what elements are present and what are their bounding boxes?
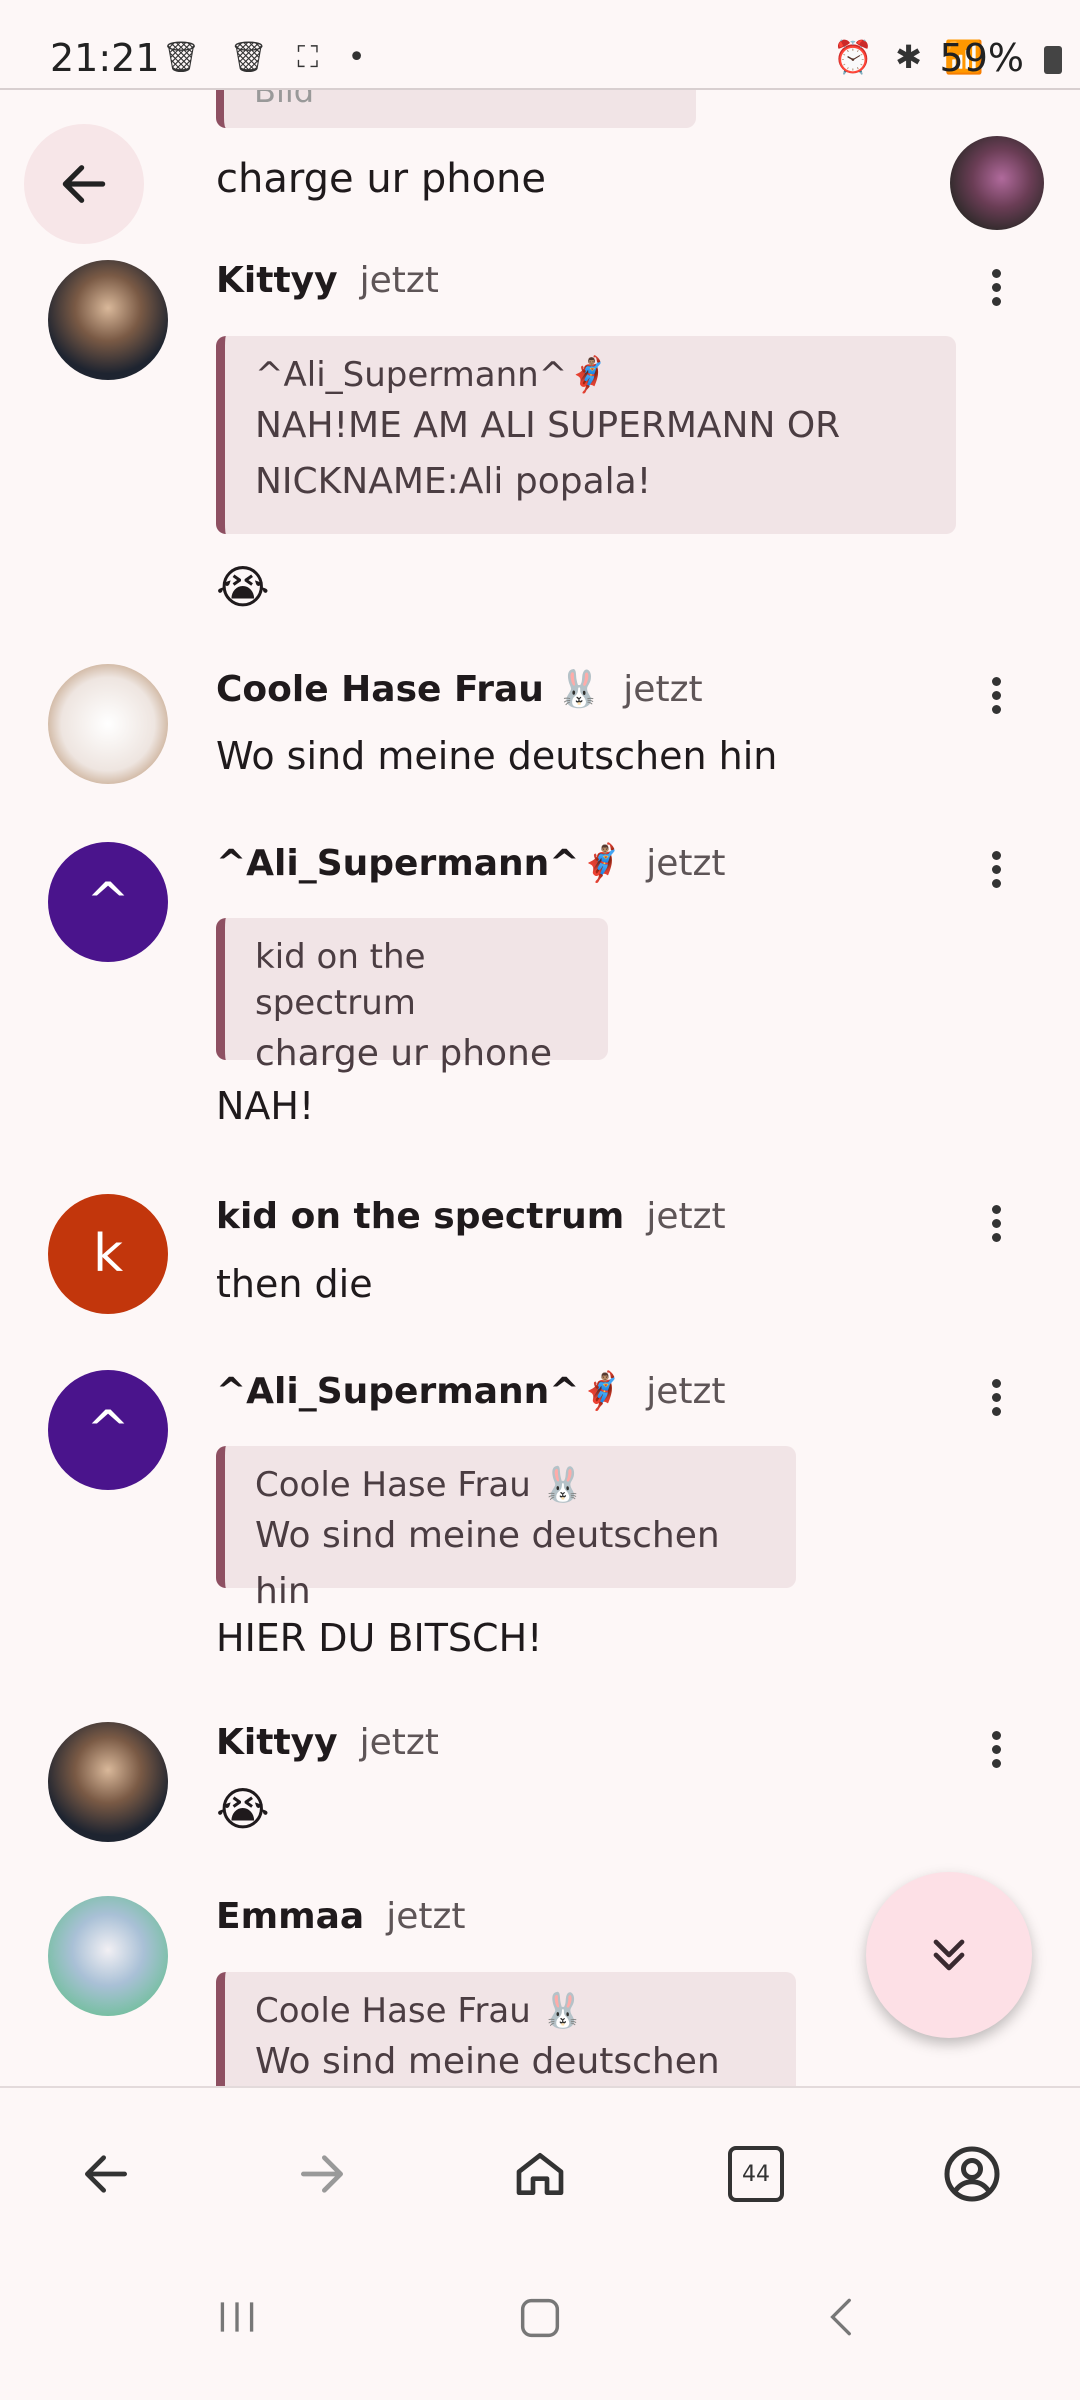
message-author: Emmaa jetzt (216, 1896, 465, 1937)
message-time: jetzt (359, 1722, 439, 1763)
tabs-icon: 44 (728, 2146, 784, 2202)
home-icon (516, 2153, 564, 2195)
message-time: jetzt (386, 1896, 466, 1937)
message-time: jetzt (646, 1371, 726, 1412)
avatar[interactable]: ^ (48, 1370, 168, 1490)
chevron-left-icon (830, 2298, 851, 2336)
home-button[interactable] (500, 2134, 580, 2214)
battery-level: 59% (939, 36, 1024, 80)
pinned-avatar[interactable] (950, 136, 1044, 230)
message-body: Wo sind meine deutschen hin (216, 734, 778, 778)
quoted-reply[interactable]: Coole Hase Frau 🐰 Wo sind meine deutsche… (216, 1446, 796, 1612)
message-time: jetzt (646, 843, 726, 884)
quote-author: kid on the spectrum (255, 937, 426, 1023)
quote-text: Wo sind meine deutschen hin (255, 1515, 720, 1612)
message-author: kid on the spectrum jetzt (216, 1196, 726, 1237)
message-author: ^Ali_Supermann^🦸🏽‍♂️ jetzt (216, 842, 726, 884)
quoted-reply[interactable]: ^Ali_Supermann^🦸🏽‍♂️ NAH!ME AM ALI SUPER… (216, 336, 956, 534)
avatar[interactable]: ^ (48, 842, 168, 962)
system-navigation-bar (0, 2256, 1080, 2400)
square-home-icon (520, 2298, 560, 2338)
avatar[interactable]: k (48, 1194, 168, 1314)
quote-text: charge ur phone (255, 1033, 552, 1074)
quote-text: Wo sind meine deutschen hin (255, 2041, 720, 2082)
tabs-button[interactable]: 44 (716, 2134, 796, 2214)
double-chevron-down-icon (933, 1939, 965, 1971)
message-body: HIER DU BITSCH! (216, 1616, 543, 1660)
recent-apps-icon (220, 2302, 254, 2332)
status-time: 21:21 (50, 36, 160, 80)
notification-icons: 🗑 🗑 ⛶ • (162, 40, 376, 75)
quote-author: ^Ali_Supermann^🦸🏽‍♂️ (255, 355, 610, 395)
avatar[interactable] (48, 260, 168, 380)
arrow-right-icon (301, 2155, 343, 2193)
system-back-button[interactable] (818, 2292, 868, 2346)
author-name: ^Ali_Supermann^🦸🏽‍♂️ (216, 843, 625, 884)
message-body: then die (216, 1262, 373, 1306)
quote-text: NAH!ME AM ALI SUPERMANN OR NICKNAME:Ali … (255, 405, 841, 502)
more-options-icon[interactable] (984, 264, 1008, 324)
author-name: kid on the spectrum (216, 1196, 625, 1237)
avatar[interactable] (48, 1896, 168, 2016)
browser-back-button[interactable] (66, 2134, 146, 2214)
quote-author: Coole Hase Frau 🐰 (255, 1991, 584, 2031)
avatar[interactable] (48, 664, 168, 784)
message-author: Kittyy jetzt (216, 260, 439, 301)
account-icon (944, 2146, 1000, 2202)
arrow-left-icon (85, 2155, 127, 2193)
partial-quote-text: Bild (254, 88, 315, 110)
author-name: Emmaa (216, 1896, 365, 1937)
avatar[interactable] (48, 1722, 168, 1842)
message-body: 😭 (216, 560, 270, 614)
message-time: jetzt (359, 260, 439, 301)
message-body: 😭 (216, 1782, 270, 1836)
more-options-icon[interactable] (984, 846, 1008, 906)
more-options-icon[interactable] (984, 1374, 1008, 1434)
author-name: Kittyy (216, 1722, 338, 1763)
tab-count: 44 (742, 2161, 770, 2187)
pinned-message-text: charge ur phone (216, 156, 546, 202)
battery-icon (1044, 46, 1062, 74)
message-author: ^Ali_Supermann^🦸🏽‍♂️ jetzt (216, 1370, 726, 1412)
more-options-icon[interactable] (984, 1200, 1008, 1260)
chat-feed[interactable]: Bild charge ur phone Kittyy jetzt ^Ali_Su… (0, 88, 1080, 2086)
author-name: ^Ali_Supermann^🦸🏽‍♂️ (216, 1371, 625, 1412)
message-author: Coole Hase Frau 🐰 jetzt (216, 668, 703, 710)
browser-forward-button[interactable] (282, 2134, 362, 2214)
more-options-icon[interactable] (984, 1726, 1008, 1786)
recent-apps-button[interactable] (212, 2292, 262, 2346)
scroll-to-bottom-button[interactable] (866, 1872, 1032, 2038)
author-name: Coole Hase Frau 🐰 (216, 669, 602, 710)
more-options-icon[interactable] (984, 672, 1008, 732)
partial-quote: Bild (216, 88, 696, 128)
browser-toolbar: 44 (0, 2086, 1080, 2258)
back-button[interactable] (24, 124, 144, 244)
author-name: Kittyy (216, 260, 338, 301)
message-author: Kittyy jetzt (216, 1722, 439, 1763)
message-time: jetzt (623, 669, 703, 710)
quoted-reply[interactable]: kid on the spectrum charge ur phone (216, 918, 608, 1074)
account-button[interactable] (932, 2134, 1012, 2214)
status-bar: 21:21 🗑 🗑 ⛶ • ⏰ ✱ 📶 59% (0, 0, 1080, 90)
system-home-button[interactable] (514, 2292, 566, 2348)
arrow-left-icon (62, 165, 106, 203)
quote-author: Coole Hase Frau 🐰 (255, 1465, 584, 1505)
quoted-reply[interactable]: Coole Hase Frau 🐰 Wo sind meine deutsche… (216, 1972, 796, 2086)
message-body: NAH! (216, 1084, 315, 1128)
message-time: jetzt (646, 1196, 726, 1237)
